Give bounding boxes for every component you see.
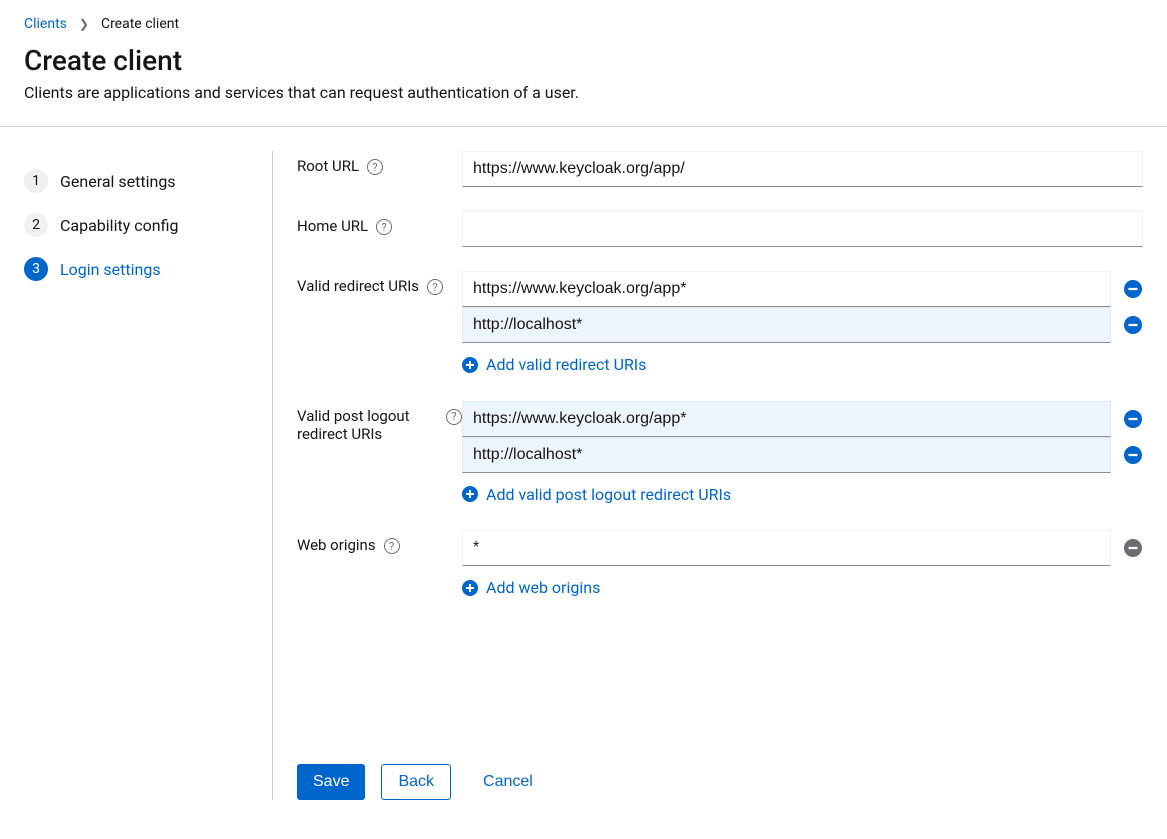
- post-logout-uri-input[interactable]: [462, 437, 1111, 473]
- breadcrumb-parent-link[interactable]: Clients: [24, 16, 67, 32]
- minus-circle-icon: [1124, 539, 1142, 557]
- wizard-nav: 1 General settings 2 Capability config 3…: [24, 151, 273, 800]
- root-url-input[interactable]: [462, 151, 1143, 187]
- plus-circle-icon: [462, 580, 478, 596]
- wizard-footer: Save Back Cancel: [297, 764, 1143, 800]
- post-logout-uri-input[interactable]: [462, 401, 1111, 437]
- add-redirect-uri-button[interactable]: Add valid redirect URIs: [462, 355, 646, 374]
- web-origin-input[interactable]: [462, 530, 1111, 566]
- back-button[interactable]: Back: [381, 764, 451, 800]
- step-number: 1: [24, 169, 48, 193]
- page-description: Clients are applications and services th…: [24, 83, 1143, 102]
- help-icon[interactable]: ?: [367, 159, 383, 175]
- root-url-label: Root URL: [297, 157, 359, 175]
- step-number: 3: [24, 257, 48, 281]
- minus-circle-icon: [1124, 410, 1142, 428]
- wizard-step-capability-config[interactable]: 2 Capability config: [24, 203, 272, 247]
- cancel-button[interactable]: Cancel: [467, 764, 549, 800]
- wizard-step-login-settings[interactable]: 3 Login settings: [24, 247, 272, 291]
- save-button[interactable]: Save: [297, 764, 365, 800]
- step-number: 2: [24, 213, 48, 237]
- page-title: Create client: [24, 44, 1143, 77]
- add-link-label: Add valid redirect URIs: [486, 355, 646, 374]
- add-link-label: Add valid post logout redirect URIs: [486, 485, 731, 504]
- plus-circle-icon: [462, 357, 478, 373]
- wizard-step-general-settings[interactable]: 1 General settings: [24, 159, 272, 203]
- remove-button[interactable]: [1123, 409, 1143, 429]
- page-header: Create client Clients are applications a…: [0, 44, 1167, 126]
- redirect-uris-label: Valid redirect URIs: [297, 277, 419, 295]
- chevron-right-icon: ❯: [79, 17, 89, 31]
- remove-button[interactable]: [1123, 279, 1143, 299]
- help-icon[interactable]: ?: [384, 538, 400, 554]
- remove-button[interactable]: [1123, 538, 1143, 558]
- add-web-origin-button[interactable]: Add web origins: [462, 578, 600, 597]
- help-icon[interactable]: ?: [376, 219, 392, 235]
- redirect-uri-input[interactable]: [462, 307, 1111, 343]
- home-url-input[interactable]: [462, 211, 1143, 247]
- step-label: General settings: [60, 172, 176, 191]
- minus-circle-icon: [1124, 446, 1142, 464]
- plus-circle-icon: [462, 486, 478, 502]
- breadcrumb-current: Create client: [101, 16, 179, 32]
- minus-circle-icon: [1124, 316, 1142, 334]
- add-post-logout-uri-button[interactable]: Add valid post logout redirect URIs: [462, 485, 731, 504]
- step-label: Login settings: [60, 260, 161, 279]
- home-url-label: Home URL: [297, 217, 368, 235]
- web-origins-label: Web origins: [297, 536, 376, 554]
- add-link-label: Add web origins: [486, 578, 600, 597]
- remove-button[interactable]: [1123, 445, 1143, 465]
- help-icon[interactable]: ?: [446, 409, 462, 425]
- redirect-uri-input[interactable]: [462, 271, 1111, 307]
- post-logout-uris-label: Valid post logout redirect URIs: [297, 407, 438, 443]
- remove-button[interactable]: [1123, 315, 1143, 335]
- step-label: Capability config: [60, 216, 178, 235]
- breadcrumb: Clients ❯ Create client: [0, 0, 1167, 44]
- help-icon[interactable]: ?: [427, 279, 443, 295]
- minus-circle-icon: [1124, 280, 1142, 298]
